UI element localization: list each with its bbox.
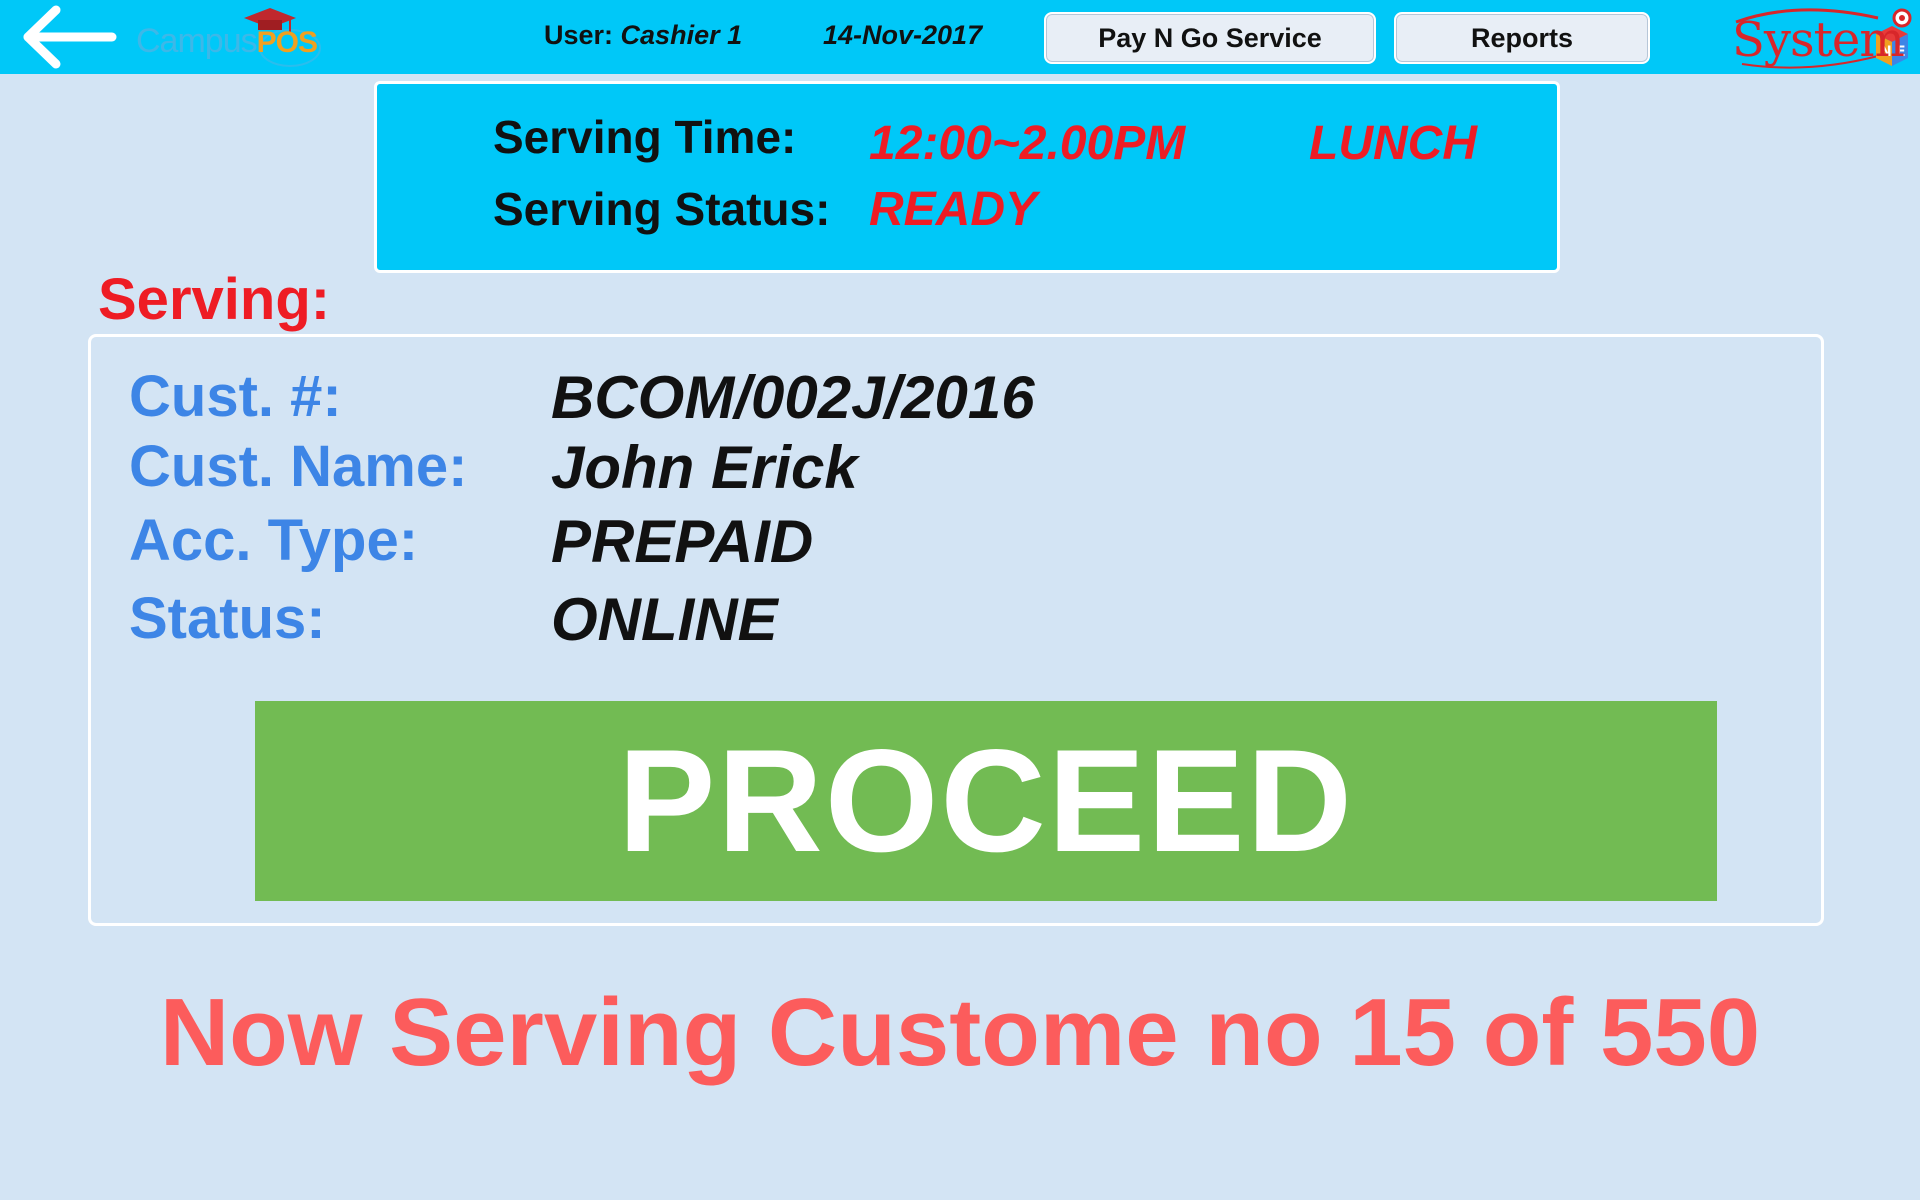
serving-status-value: READY (869, 183, 1038, 236)
pay-n-go-service-button[interactable]: Pay N Go Service (1044, 12, 1376, 64)
serving-meal-value: LUNCH (1309, 117, 1477, 170)
back-arrow-icon[interactable] (18, 4, 118, 70)
customer-status-value: ONLINE (551, 586, 778, 653)
customer-status-label: Status: (129, 586, 326, 651)
now-serving-banner: Now Serving Custome no 15 of 550 (159, 979, 1761, 1086)
customer-name-label: Cust. Name: (129, 434, 468, 499)
top-bar: CampusPOS User: Cashier 1 14-Nov-2017 Pa… (0, 0, 1920, 74)
reports-button[interactable]: Reports (1394, 12, 1650, 64)
customer-name-value: John Erick (551, 434, 858, 501)
serving-status-label: Serving Status: (493, 183, 831, 235)
system-logo-word: System (1732, 12, 1905, 68)
customer-panel: Cust. #: BCOM/002J/2016 Cust. Name: John… (88, 334, 1824, 926)
serving-heading: Serving: (98, 267, 331, 332)
campus-logo-word: Campus (136, 22, 258, 60)
serving-time-panel: Serving Time: 12:00~2.00PM LUNCH Serving… (374, 81, 1560, 273)
proceed-button[interactable]: PROCEED (255, 701, 1717, 901)
serving-time-value: 12:00~2.00PM (869, 117, 1186, 170)
user-name: Cashier 1 (620, 20, 743, 50)
customer-number-value: BCOM/002J/2016 (551, 364, 1035, 431)
campus-logo-accent: POS (256, 26, 318, 59)
system-logo: N E System (1728, 4, 1914, 72)
account-type-label: Acc. Type: (129, 508, 419, 573)
user-label: User: (544, 20, 614, 50)
serving-time-label: Serving Time: (493, 111, 797, 163)
account-type-value: PREPAID (551, 508, 814, 575)
current-date: 14-Nov-2017 (823, 20, 983, 50)
campus-pos-logo: CampusPOS (132, 6, 322, 67)
customer-number-label: Cust. #: (129, 364, 342, 429)
current-user: User: Cashier 1 (544, 20, 742, 51)
